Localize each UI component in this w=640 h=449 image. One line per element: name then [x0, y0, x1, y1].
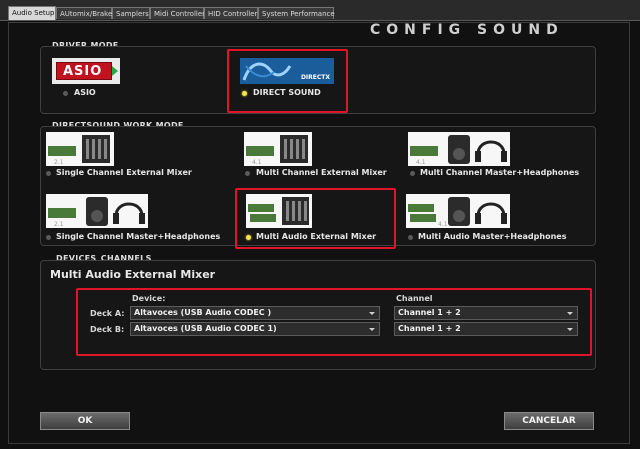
- cancel-button[interactable]: CANCELAR: [504, 412, 594, 430]
- single-channel-master-headphones-image[interactable]: 2.1: [46, 194, 148, 228]
- asio-logo-text: ASIO: [63, 64, 103, 79]
- soundcard-mixer-icon: 2.1: [48, 135, 110, 166]
- speaker-headphones-icon: 4.1: [410, 135, 507, 166]
- devices-subtitle: Multi Audio External Mixer: [50, 268, 216, 281]
- ok-button[interactable]: OK: [40, 412, 130, 430]
- multi-channel-external-mixer-label[interactable]: Multi Channel External Mixer: [256, 168, 387, 177]
- asio-option-label[interactable]: ASIO: [74, 88, 96, 97]
- single-channel-master-headphones-label[interactable]: Single Channel Master+Headphones: [56, 232, 220, 241]
- soundcard-mixer-icon: 4.1: [246, 135, 308, 166]
- tab-automix-brake[interactable]: AUtomix/Brake: [56, 7, 112, 19]
- multi-audio-master-headphones-image[interactable]: 4.1: [406, 194, 510, 228]
- badge-4-1: 4.1: [438, 221, 448, 228]
- asio-radio[interactable]: [63, 91, 68, 96]
- asio-arrow-icon: [112, 66, 118, 76]
- single-channel-external-mixer-image[interactable]: 2.1: [46, 132, 114, 166]
- badge-4-1: 4.1: [252, 159, 262, 166]
- speaker-headphones-icon: 2.1: [48, 197, 145, 228]
- multi-audio-external-mixer-highlight: [235, 188, 396, 249]
- badge-2-1: 2.1: [54, 221, 64, 228]
- multi-channel-master-headphones-label[interactable]: Multi Channel Master+Headphones: [420, 168, 579, 177]
- tab-midi-controller[interactable]: Midi Controller: [150, 7, 205, 19]
- asio-logo-badge: ASIO: [56, 62, 112, 80]
- config-sound-window: Audio Setup AUtomix/Brake Samplers Midi …: [0, 0, 640, 449]
- multi-channel-master-headphones-image[interactable]: 4.1: [408, 132, 510, 166]
- asio-logo[interactable]: ASIO: [52, 58, 120, 84]
- multi-channel-external-mixer-image[interactable]: 4.1: [244, 132, 312, 166]
- direct-sound-highlight: [227, 49, 348, 113]
- badge-2-1: 2.1: [54, 159, 64, 166]
- tab-system-performance[interactable]: System Performance: [258, 7, 335, 19]
- tab-samplers[interactable]: Samplers: [112, 7, 150, 19]
- single-channel-external-mixer-radio[interactable]: [46, 171, 51, 176]
- tab-audio-setup[interactable]: Audio Setup: [8, 6, 56, 20]
- devices-highlight: [76, 288, 592, 356]
- single-channel-master-headphones-radio[interactable]: [46, 235, 51, 240]
- tab-bar: Audio Setup AUtomix/Brake Samplers Midi …: [0, 0, 640, 21]
- page-title: CONFIG SOUND: [370, 22, 564, 38]
- badge-4-1: 4.1: [416, 159, 426, 166]
- multi-audio-master-headphones-label[interactable]: Multi Audio Master+Headphones: [418, 232, 566, 241]
- tab-hid-controller[interactable]: HID Controller: [204, 7, 258, 19]
- single-channel-external-mixer-label[interactable]: Single Channel External Mixer: [56, 168, 192, 177]
- multi-channel-master-headphones-radio[interactable]: [410, 171, 415, 176]
- multi-audio-master-headphones-radio[interactable]: [408, 235, 413, 240]
- speaker-headphones-icon: 4.1: [408, 197, 507, 228]
- multi-channel-external-mixer-radio[interactable]: [245, 171, 250, 176]
